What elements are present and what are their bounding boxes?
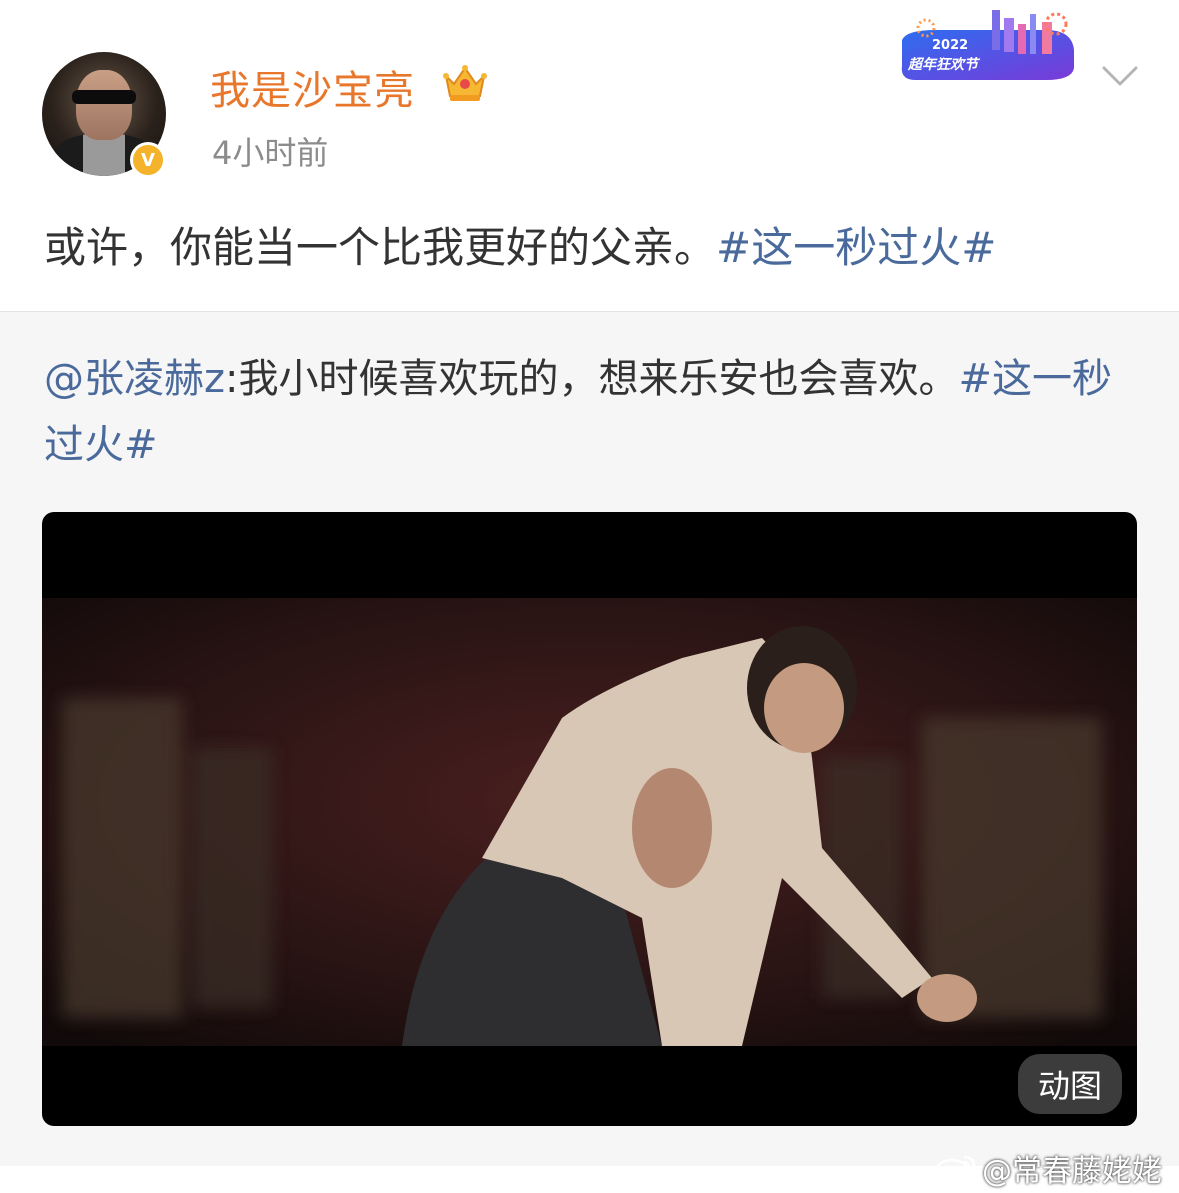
post-body: 或许，你能当一个比我更好的父亲。 xyxy=(44,223,717,272)
festival-name: 超年狂欢节 xyxy=(908,57,978,73)
post-timestamp: 4小时前 xyxy=(212,134,329,172)
chevron-down-icon[interactable] xyxy=(1100,64,1140,88)
weibo-logo-icon xyxy=(934,1155,976,1184)
avatar-face xyxy=(76,70,132,140)
repost-divider xyxy=(0,311,1179,312)
repost-body: :我小时候喜欢玩的，想来乐安也会喜欢。 xyxy=(225,356,959,402)
repost-text: @张凌赫z:我小时候喜欢玩的，想来乐安也会喜欢。#这一秒过火# xyxy=(44,346,1124,478)
gif-badge: 动图 xyxy=(1018,1054,1122,1114)
post-text: 或许，你能当一个比我更好的父亲。#这一秒过火# xyxy=(44,214,996,275)
username[interactable]: 我是沙宝亮 xyxy=(210,58,415,116)
post-hashtag[interactable]: #这一秒过火# xyxy=(716,223,996,272)
watermark-text: @常春藤姥姥 xyxy=(982,1154,1162,1189)
verified-icon: V xyxy=(130,142,166,178)
festival-year: 2022 xyxy=(932,38,969,53)
media-card[interactable] xyxy=(42,512,1137,1126)
watermark: @常春藤姥姥 xyxy=(934,1146,1162,1190)
repost-mention[interactable]: @张凌赫z xyxy=(44,356,225,402)
festival-badge[interactable]: 2022 超年狂欢节 xyxy=(896,10,1080,84)
media-frame xyxy=(42,598,1137,1046)
crown-icon[interactable] xyxy=(442,62,488,104)
avatar-glasses xyxy=(72,90,136,104)
